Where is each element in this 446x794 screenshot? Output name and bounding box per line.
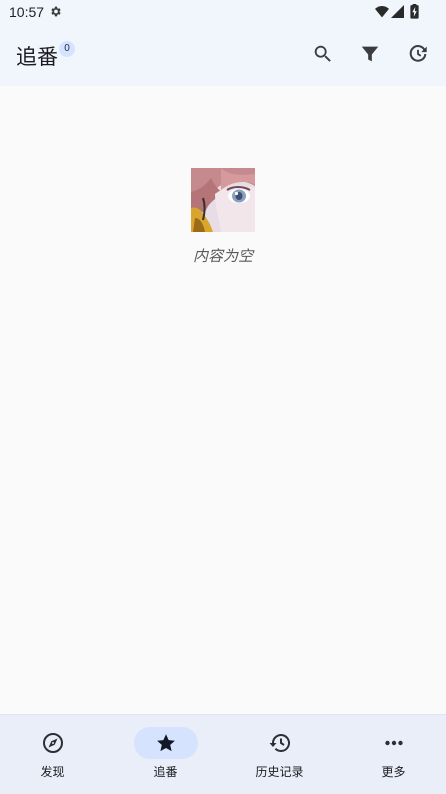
nav-label: 更多 [381,765,406,779]
search-button[interactable] [307,38,339,70]
search-icon [314,45,331,62]
battery-icon [410,4,419,19]
nav-item-following[interactable]: 追番 [110,715,221,794]
signal-icon [391,5,404,18]
nav-item-more[interactable]: 更多 [338,715,446,794]
more-icon [384,740,403,746]
filter-button[interactable] [354,38,386,70]
star-icon [156,734,175,752]
empty-state-text: 内容为空 [192,247,253,265]
count-badge: 0 [59,41,75,57]
status-bar: 10:57 [0,0,446,24]
bottom-navigation: 发现 追番 历史记录 更多 [0,714,446,794]
empty-state-image [191,168,255,232]
nav-icon-container [362,727,426,759]
nav-label: 历史记录 [255,765,304,779]
nav-label: 发现 [40,765,65,779]
history-icon [409,45,427,62]
nav-active-indicator [133,727,198,759]
compass-icon [42,733,63,753]
top-app-bar: 追番 0 [0,24,446,86]
wifi-icon [375,5,389,18]
nav-icon-container [248,727,312,759]
nav-icon-container [21,727,85,759]
history-icon [269,734,290,752]
filter-icon [361,46,379,62]
nav-item-discover[interactable]: 发现 [0,715,108,794]
nav-item-history[interactable]: 历史记录 [224,715,335,794]
gear-icon [51,6,61,17]
status-time: 10:57 [9,4,45,20]
history-button[interactable] [402,38,434,70]
nav-label: 追番 [153,765,178,779]
page-title: 追番 [16,45,58,69]
